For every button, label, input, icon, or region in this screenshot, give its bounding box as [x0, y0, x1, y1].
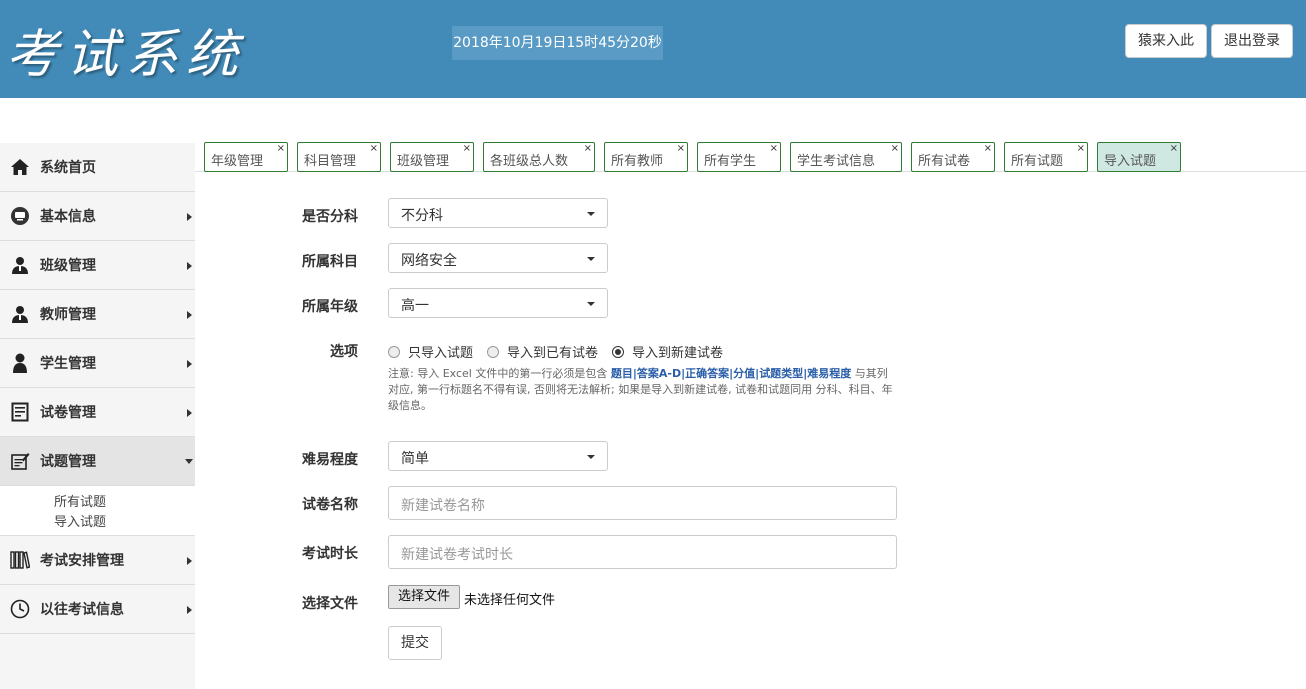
- sidebar-item-exam-schedule[interactable]: 考试安排管理: [0, 536, 195, 585]
- close-icon[interactable]: ×: [584, 144, 592, 154]
- chevron-right-icon: [187, 213, 192, 221]
- division-label: 是否分科: [302, 209, 358, 225]
- close-icon[interactable]: ×: [1170, 144, 1178, 154]
- chevron-down-icon: [185, 459, 193, 464]
- grade-select[interactable]: 高一: [388, 288, 608, 318]
- sidebar-item-question-management[interactable]: 试题管理: [0, 437, 195, 486]
- tab-all-students[interactable]: 所有学生 ×: [697, 142, 781, 172]
- home-icon: [10, 157, 30, 177]
- edit-icon: [10, 451, 30, 471]
- sidebar-item-label: 以往考试信息: [40, 602, 124, 618]
- user-icon: [10, 304, 30, 324]
- radio-button[interactable]: [388, 345, 400, 358]
- user-button[interactable]: 猿来入此: [1125, 24, 1207, 58]
- difficulty-select[interactable]: 简单: [388, 441, 608, 471]
- sidebar-item-home[interactable]: 系统首页: [0, 143, 195, 192]
- option-import-only[interactable]: 只导入试题: [388, 342, 473, 361]
- chevron-right-icon: [187, 262, 192, 270]
- file-status: 未选择任何文件: [464, 593, 556, 608]
- option-import-new-paper[interactable]: 导入到新建试卷: [612, 342, 723, 361]
- options-label: 选项: [330, 344, 358, 360]
- tab-all-questions[interactable]: 所有试题 ×: [1004, 142, 1088, 172]
- close-icon[interactable]: ×: [891, 144, 899, 154]
- sidebar-item-label: 考试安排管理: [40, 553, 124, 569]
- close-icon[interactable]: ×: [463, 144, 471, 154]
- submenu-import-questions[interactable]: 导入试题: [54, 513, 195, 533]
- tab-all-papers[interactable]: 所有试卷 ×: [911, 142, 995, 172]
- import-note: 注意: 导入 Excel 文件中的第一行必须是包含 题目|答案A-D|正确答案|…: [388, 367, 893, 412]
- chevron-right-icon: [187, 409, 192, 417]
- submit-button[interactable]: 提交: [388, 626, 442, 660]
- close-icon[interactable]: ×: [677, 144, 685, 154]
- question-submenu: 所有试题 导入试题: [0, 486, 195, 536]
- header: 考试系统 2018年10月19日15时45分20秒 猿来入此 退出登录: [0, 0, 1306, 98]
- document-icon: [10, 402, 30, 422]
- choose-file-button[interactable]: 选择文件: [388, 585, 460, 609]
- import-options: 只导入试题 导入到已有试卷 导入到新建试卷: [388, 342, 737, 361]
- tab-bar: 年级管理 × 科目管理 × 班级管理 × 各班级总人数 × 所有教师 × 所有学生 × 学生…: [195, 142, 1306, 172]
- sidebar-item-class-management[interactable]: 班级管理: [0, 241, 195, 290]
- sidebar-item-paper-management[interactable]: 试卷管理: [0, 388, 195, 437]
- caret-down-icon: [587, 302, 595, 306]
- clock-icon: [10, 599, 30, 619]
- paper-name-input[interactable]: 新建试卷名称: [388, 486, 897, 520]
- close-icon[interactable]: ×: [984, 144, 992, 154]
- tab-class-headcount[interactable]: 各班级总人数 ×: [483, 142, 595, 172]
- duration-input[interactable]: 新建试卷考试时长: [388, 535, 897, 569]
- sidebar-item-past-exams[interactable]: 以往考试信息: [0, 585, 195, 634]
- radio-button[interactable]: [487, 345, 500, 358]
- caret-down-icon: [587, 455, 595, 459]
- sidebar-item-label: 学生管理: [40, 356, 96, 372]
- difficulty-label: 难易程度: [302, 452, 358, 468]
- logout-button[interactable]: 退出登录: [1211, 24, 1293, 58]
- chevron-right-icon: [187, 360, 192, 368]
- monitor-icon: [10, 206, 30, 226]
- sidebar-item-label: 教师管理: [40, 307, 96, 323]
- chevron-right-icon: [187, 606, 192, 614]
- sidebar-item-label: 试题管理: [40, 454, 96, 470]
- chevron-right-icon: [187, 557, 192, 565]
- close-icon[interactable]: ×: [770, 144, 778, 154]
- sidebar-item-student-management[interactable]: 学生管理: [0, 339, 195, 388]
- grade-label: 所属年级: [302, 299, 358, 315]
- file-label: 选择文件: [302, 596, 358, 612]
- sidebar-item-label: 基本信息: [40, 209, 96, 225]
- caret-down-icon: [587, 257, 595, 261]
- subject-select[interactable]: 网络安全: [388, 243, 608, 273]
- radio-button-checked[interactable]: [612, 345, 625, 358]
- duration-label: 考试时长: [302, 546, 358, 562]
- close-icon[interactable]: ×: [277, 144, 285, 154]
- sidebar-item-label: 试卷管理: [40, 405, 96, 421]
- caret-down-icon: [587, 212, 595, 216]
- sidebar: 系统首页 基本信息 班级管理 教师管理 学生管理 试卷管理 试题管理 所有试题 …: [0, 143, 195, 689]
- subject-label: 所属科目: [302, 254, 358, 270]
- user-icon: [10, 353, 30, 373]
- close-icon[interactable]: ×: [1077, 144, 1085, 154]
- sidebar-item-basic-info[interactable]: 基本信息: [0, 192, 195, 241]
- option-import-existing-paper[interactable]: 导入到已有试卷: [487, 342, 598, 361]
- paper-name-label: 试卷名称: [302, 497, 358, 513]
- books-icon: [10, 550, 30, 570]
- tab-subject-management[interactable]: 科目管理 ×: [297, 142, 381, 172]
- close-icon[interactable]: ×: [370, 144, 378, 154]
- tab-student-exam-info[interactable]: 学生考试信息 ×: [790, 142, 902, 172]
- tab-import-questions[interactable]: 导入试题 ×: [1097, 142, 1181, 172]
- sidebar-item-label: 班级管理: [40, 258, 96, 274]
- chevron-right-icon: [187, 311, 192, 319]
- tab-class-management[interactable]: 班级管理 ×: [390, 142, 474, 172]
- tab-all-teachers[interactable]: 所有教师 ×: [604, 142, 688, 172]
- sidebar-item-label: 系统首页: [40, 160, 96, 176]
- tab-grade-management[interactable]: 年级管理 ×: [204, 142, 288, 172]
- clock-display: 2018年10月19日15时45分20秒: [452, 26, 663, 60]
- sidebar-item-teacher-management[interactable]: 教师管理: [0, 290, 195, 339]
- division-select[interactable]: 不分科: [388, 198, 608, 228]
- logo: 考试系统: [6, 25, 247, 85]
- submenu-all-questions[interactable]: 所有试题: [54, 493, 195, 513]
- user-icon: [10, 255, 30, 275]
